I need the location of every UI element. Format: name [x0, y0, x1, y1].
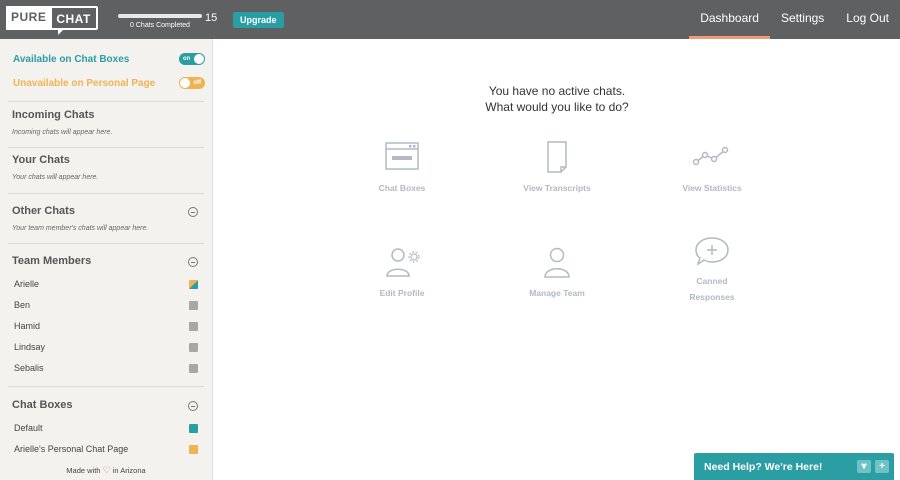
unavailable-label: Unavailable on Personal Page [13, 77, 156, 89]
empty-state-message: You have no active chats. What would you… [214, 83, 900, 115]
status-swatch [189, 342, 198, 352]
toggle-off-text: off [193, 80, 201, 86]
line-graph-icon [692, 146, 729, 166]
chats-progress: 0 Chats Completed [118, 14, 202, 29]
availability-toggle-on[interactable]: on [179, 53, 205, 65]
team-member-lindsay[interactable]: Lindsay [14, 341, 198, 353]
team-member-hamid[interactable]: Hamid [14, 320, 198, 332]
tile-edit-profile[interactable]: Edit Profile [342, 245, 462, 301]
progress-total: 15 [205, 12, 218, 24]
top-bar: PURE CHAT 0 Chats Completed 15 Upgrade D… [0, 0, 900, 39]
collapse-team-members-icon[interactable] [188, 257, 198, 267]
divider [8, 147, 204, 148]
tile-chat-boxes[interactable]: Chat Boxes [342, 140, 462, 196]
available-label: Available on Chat Boxes [13, 53, 130, 65]
team-member-sebalis[interactable]: Sebalis [14, 362, 198, 374]
main-panel: You have no active chats. What would you… [214, 39, 900, 480]
help-expand-button[interactable]: + [875, 460, 889, 473]
other-chats-note: Your team member's chats will appear her… [12, 225, 149, 232]
nav-log-out[interactable]: Log Out [835, 0, 900, 39]
tile-label: View Transcripts [523, 183, 591, 193]
footer-made-with: Made with [66, 466, 101, 475]
tile-canned-responses[interactable]: Canned Responses [652, 233, 772, 305]
chat-box-swatch [189, 423, 198, 433]
user-icon [544, 247, 570, 278]
tile-label: Edit Profile [379, 288, 425, 298]
team-members-title: Team Members [12, 255, 92, 267]
status-swatch [189, 279, 198, 289]
heart-icon: ♡ [102, 465, 111, 475]
progress-track [118, 14, 202, 18]
nav-dashboard[interactable]: Dashboard [689, 0, 770, 39]
availability-personal-page: Unavailable on Personal Page off [13, 76, 205, 90]
availability-toggle-off[interactable]: off [179, 77, 205, 89]
status-swatch [189, 363, 198, 373]
logo-pure: PURE [6, 6, 51, 30]
chat-box-default[interactable]: Default [14, 422, 198, 434]
chat-box-swatch [189, 444, 198, 454]
logo-chat: CHAT [50, 6, 98, 35]
tile-label: Canned Responses [689, 276, 735, 302]
toggle-knob [180, 78, 190, 88]
team-member-ben[interactable]: Ben [14, 299, 198, 311]
tile-manage-team[interactable]: Manage Team [497, 245, 617, 301]
document-icon [547, 141, 567, 173]
speech-bubble-plus-icon [695, 237, 729, 266]
team-member-name: Sebalis [14, 363, 44, 373]
sidebar: Available on Chat Boxes on Unavailable o… [0, 39, 213, 480]
empty-state-line-1: You have no active chats. [488, 84, 626, 98]
footer-in-arizona: in Arizona [112, 466, 146, 475]
your-chats-title: Your Chats [12, 154, 70, 166]
main-nav: Dashboard Settings Log Out [689, 0, 900, 39]
chat-boxes-title: Chat Boxes [12, 399, 73, 411]
team-member-arielle[interactable]: Arielle [14, 278, 198, 290]
toggle-on-text: on [183, 56, 191, 62]
divider [8, 243, 204, 244]
divider [8, 101, 204, 102]
collapse-chat-boxes-icon[interactable] [188, 401, 198, 411]
tile-label: Chat Boxes [378, 183, 426, 193]
help-minimize-button[interactable]: ▾ [857, 460, 871, 473]
help-widget[interactable]: Need Help? We're Here! ▾ + [694, 453, 894, 480]
chat-box-name: Arielle's Personal Chat Page [14, 444, 129, 454]
chat-box-personal-page[interactable]: Arielle's Personal Chat Page [14, 443, 198, 455]
team-member-name: Arielle [14, 279, 40, 289]
incoming-chats-note: Incoming chats will appear here. [12, 129, 113, 136]
browser-window-icon [385, 142, 419, 170]
help-label: Need Help? We're Here! [704, 461, 823, 473]
team-member-name: Hamid [14, 321, 41, 331]
upgrade-button[interactable]: Upgrade [233, 12, 284, 28]
empty-state-line-2: What would you like to do? [485, 100, 629, 114]
tile-view-statistics[interactable]: View Statistics [652, 140, 772, 196]
divider [8, 386, 204, 387]
status-swatch [189, 300, 198, 310]
tile-label: Manage Team [529, 288, 585, 298]
status-swatch [189, 321, 198, 331]
divider [8, 193, 204, 194]
team-member-name: Lindsay [14, 342, 46, 352]
user-gear-icon [386, 248, 420, 277]
chat-box-name: Default [14, 423, 43, 433]
sidebar-footer: Made with ♡ in Arizona [0, 465, 212, 476]
tile-label: View Statistics [682, 183, 742, 193]
other-chats-title: Other Chats [12, 205, 75, 217]
tile-view-transcripts[interactable]: View Transcripts [497, 140, 617, 196]
collapse-other-chats-icon[interactable] [188, 207, 198, 217]
purechat-logo[interactable]: PURE CHAT [6, 6, 98, 35]
incoming-chats-title: Incoming Chats [12, 109, 95, 121]
your-chats-note: Your chats will appear here. [12, 174, 99, 181]
progress-caption: 0 Chats Completed [130, 22, 190, 29]
team-member-name: Ben [14, 300, 31, 310]
nav-settings[interactable]: Settings [770, 0, 835, 39]
toggle-knob [194, 54, 204, 64]
availability-chat-boxes: Available on Chat Boxes on [13, 52, 205, 66]
